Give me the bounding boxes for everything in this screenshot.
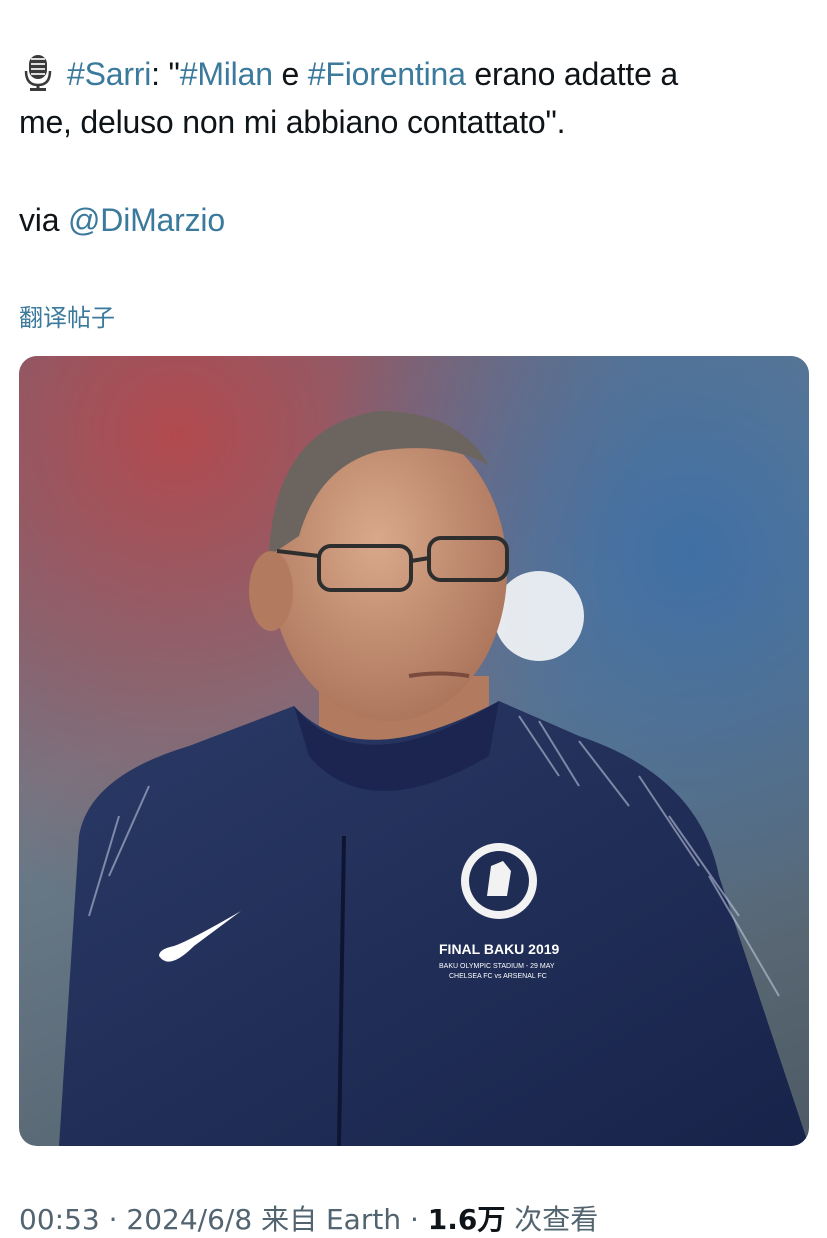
tweet-text-segment: e bbox=[272, 56, 308, 92]
jacket-print-title: FINAL BAKU 2019 bbox=[439, 941, 560, 957]
separator: · bbox=[401, 1203, 428, 1236]
background-light bbox=[494, 571, 584, 661]
hashtag-fiorentina[interactable]: #Fiorentina bbox=[308, 56, 466, 92]
hashtag-milan[interactable]: #Milan bbox=[180, 56, 273, 92]
tweet-via-line: via @DiMarzio bbox=[19, 196, 809, 244]
photo-illustration: FINAL BAKU 2019 BAKU OLYMPIC STADIUM - 2… bbox=[19, 356, 809, 1146]
tweet-line-1: #Sarri: "#Milan e #Fiorentina erano adat… bbox=[19, 50, 809, 98]
microphone-icon bbox=[24, 55, 52, 91]
jacket-print-line1: BAKU OLYMPIC STADIUM - 29 MAY bbox=[439, 963, 555, 970]
hashtag-sarri[interactable]: #Sarri bbox=[67, 56, 151, 92]
post-date[interactable]: 2024/6/8 bbox=[126, 1203, 252, 1236]
tweet-footer: 00:53 · 2024/6/8 来自 Earth · 1.6万 次查看 bbox=[19, 1198, 598, 1238]
separator: · bbox=[99, 1203, 127, 1236]
tweet-line-2: me, deluso non mi abbiano contattato". bbox=[19, 104, 566, 140]
views-count: 1.6万 bbox=[427, 1203, 506, 1236]
tweet-text: #Sarri: "#Milan e #Fiorentina erano adat… bbox=[19, 50, 809, 244]
via-label: via bbox=[19, 202, 68, 238]
tweet-text-segment: : " bbox=[151, 56, 180, 92]
post-time[interactable]: 00:53 bbox=[19, 1203, 100, 1236]
views-label: 次查看 bbox=[505, 1203, 599, 1236]
chelsea-crest bbox=[461, 843, 537, 919]
mention-dimarzio[interactable]: @DiMarzio bbox=[68, 202, 225, 238]
post-source: 来自 Earth bbox=[252, 1203, 402, 1236]
jacket-print-line2: CHELSEA FC vs ARSENAL FC bbox=[449, 973, 547, 980]
tweet-text-segment: erano adatte a bbox=[465, 56, 678, 92]
tweet-image[interactable]: FINAL BAKU 2019 BAKU OLYMPIC STADIUM - 2… bbox=[19, 356, 809, 1146]
translate-post-link[interactable]: 翻译帖子 bbox=[19, 298, 115, 333]
